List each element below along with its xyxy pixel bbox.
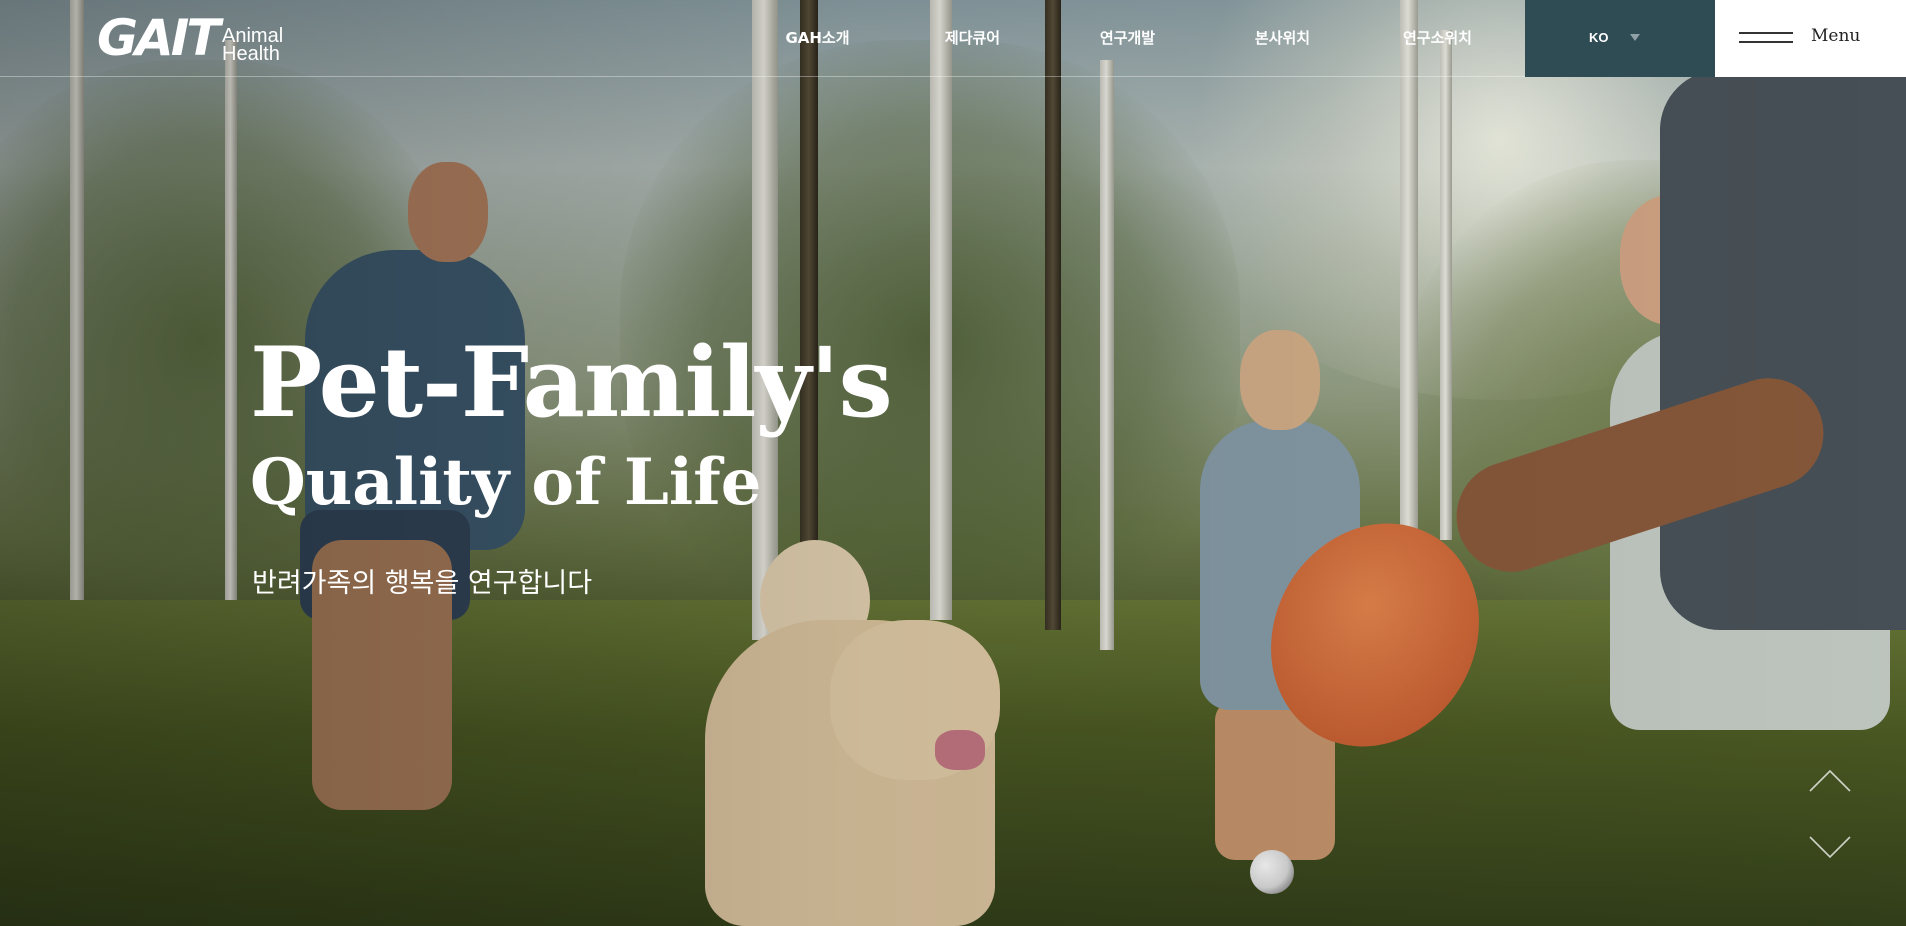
language-label: KO (1589, 30, 1609, 45)
hero-tagline: 반려가족의 행복을 연구합니다 (252, 568, 593, 599)
hamburger-icon (1739, 30, 1793, 44)
logo-line-health: Health (222, 43, 280, 65)
nav-item-research[interactable]: 연구개발 (1050, 0, 1205, 77)
nav-item-lab-location[interactable]: 연구소위치 (1360, 0, 1515, 77)
main-nav: GAH소개 제다큐어 연구개발 본사위치 연구소위치 (740, 0, 1515, 77)
hero-title: Pet-Family's (250, 326, 893, 439)
nav-item-gah-intro[interactable]: GAH소개 (740, 0, 895, 77)
caret-down-icon (1630, 34, 1640, 41)
menu-button[interactable]: Menu (1715, 0, 1906, 77)
slide-prev-button[interactable] (1808, 767, 1852, 793)
nav-item-hq-location[interactable]: 본사위치 (1205, 0, 1360, 77)
site-header: GAIT Animal Health GAH소개 제다큐어 연구개발 본사위치 … (0, 0, 1906, 77)
language-selector[interactable]: KO (1525, 0, 1715, 77)
slide-next-button[interactable] (1808, 835, 1852, 861)
brand-logo[interactable]: GAIT Animal Health (97, 10, 297, 66)
logo-wordmark: Animal Health (222, 26, 283, 65)
chevron-down-icon (1809, 836, 1851, 859)
menu-label: Menu (1811, 26, 1861, 46)
logo-mark: GAIT (97, 9, 220, 67)
hero-subtitle: Quality of Life (250, 445, 762, 520)
nav-item-jedacure[interactable]: 제다큐어 (895, 0, 1050, 77)
chevron-up-icon (1809, 769, 1851, 792)
